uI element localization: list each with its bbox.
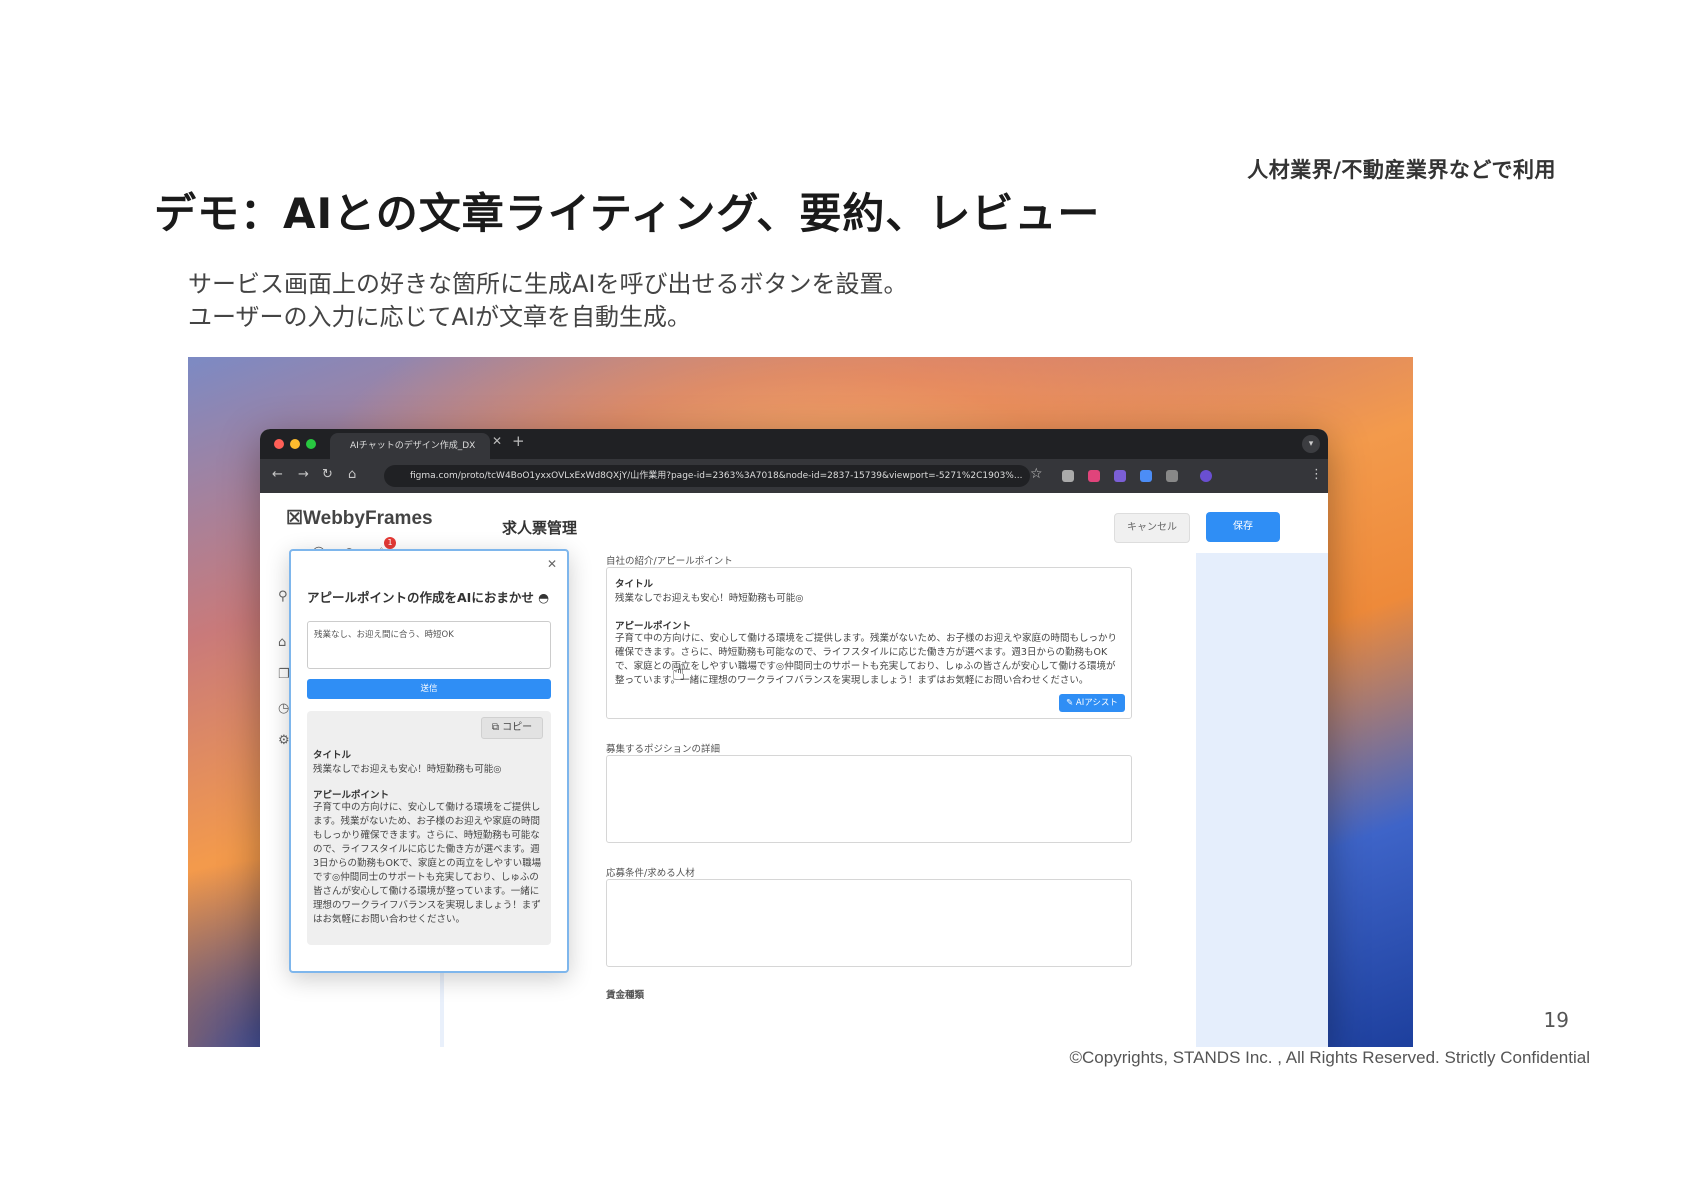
result-title-text: 残業なしでお迎えも安心！時短勤務も可能◎: [313, 764, 502, 775]
section-label-appeal: 自社の紹介/アピールポイント: [606, 556, 733, 567]
copy-label: コピー: [502, 722, 533, 733]
popup-title: アピールポイントの作成をAIにおまかせ ◓: [307, 587, 549, 606]
app-content: ☒WebbyFrames ◯ ◎ ♢ 1 ⚲ ⌂ ❐ ◷ ⚙ 求人票管理 キャン…: [260, 493, 1328, 1047]
cancel-button[interactable]: キャンセル: [1114, 513, 1190, 543]
sidebar-settings-icon[interactable]: ⚙: [278, 733, 290, 748]
tab-close-icon[interactable]: ✕: [492, 434, 502, 448]
new-tab-icon[interactable]: +: [512, 432, 525, 450]
sidebar-home-icon[interactable]: ⌂: [278, 635, 286, 650]
popup-title-text: アピールポイントの作成をAIにおまかせ: [307, 590, 534, 605]
url-field[interactable]: figma.com/proto/tcW4BoO1yxxOVLxExWd8QXjY…: [384, 465, 1030, 487]
back-icon[interactable]: ←: [272, 467, 283, 482]
result-title-label: タイトル: [313, 750, 352, 761]
description-line-1: サービス画面上の好きな箇所に生成AIを呼び出せるボタンを設置。: [188, 270, 908, 298]
ai-popup: ✕ アピールポイントの作成をAIにおまかせ ◓ 残業なし、お迎え間に合う、時短O…: [289, 549, 569, 973]
appeal-textarea[interactable]: タイトル 残業なしでお迎えも安心！時短勤務も可能◎ アピールポイント 子育て中の…: [606, 567, 1132, 719]
robot-icon: ◓: [533, 590, 550, 605]
slide-description: サービス画面上の好きな箇所に生成AIを呼び出せるボタンを設置。 ユーザーの入力に…: [188, 268, 908, 334]
slide-title: デモ：AIとの文章ライティング、要約、レビュー: [154, 189, 1101, 238]
page-heading: 求人票管理: [502, 519, 578, 537]
popup-prompt-input[interactable]: 残業なし、お迎え間に合う、時短OK: [307, 621, 551, 669]
result-appeal-label: アピールポイント: [313, 790, 390, 801]
demo-screenshot: AIチャットのデザイン作成_DX ✕ + ▾ ← → ↻ ⌂ figma.com…: [188, 357, 1413, 1047]
browser-window: AIチャットのデザイン作成_DX ✕ + ▾ ← → ↻ ⌂ figma.com…: [260, 429, 1328, 1047]
sidebar-documents-icon[interactable]: ❐: [278, 667, 290, 682]
section-label-wage: 賃金種類: [606, 990, 645, 1001]
browser-tabbar: AIチャットのデザイン作成_DX ✕ + ▾: [260, 429, 1328, 459]
logo-text: WebbyFrames: [303, 508, 433, 529]
tab-title: AIチャットのデザイン作成_DX: [350, 441, 476, 451]
close-window-dot[interactable]: [274, 439, 284, 449]
extension-icon[interactable]: [1114, 470, 1126, 482]
appeal-body-label: アピールポイント: [615, 621, 692, 632]
requirements-textarea[interactable]: [606, 879, 1132, 967]
ai-assist-label: AIアシスト: [1075, 698, 1118, 708]
reload-icon[interactable]: ↻: [322, 467, 333, 482]
profile-avatar-icon[interactable]: [1200, 470, 1212, 482]
url-text: figma.com/proto/tcW4BoO1yxxOVLxExWd8QXjY…: [410, 471, 1023, 481]
minimize-window-dot[interactable]: [290, 439, 300, 449]
browser-addressbar: ← → ↻ ⌂ figma.com/proto/tcW4BoO1yxxOVLxE…: [260, 459, 1328, 493]
browser-tab[interactable]: AIチャットのデザイン作成_DX: [330, 433, 490, 459]
popup-send-button[interactable]: 送信: [307, 679, 551, 699]
hand-cursor-icon: ☝: [672, 661, 686, 686]
extensions-puzzle-icon[interactable]: [1166, 470, 1178, 482]
extension-icon[interactable]: [1088, 470, 1100, 482]
appeal-title-label: タイトル: [615, 579, 654, 590]
extension-icon[interactable]: [1062, 470, 1074, 482]
right-panel: [1196, 553, 1328, 1047]
section-label-position: 募集するポジションの詳細: [606, 744, 721, 755]
page-number: 19: [1543, 1008, 1569, 1032]
copy-button[interactable]: ⧉ コピー: [481, 717, 543, 739]
copy-icon: ⧉: [491, 722, 503, 733]
ai-sparkle-icon: ✎: [1066, 698, 1076, 708]
extension-icon[interactable]: [1140, 470, 1152, 482]
bookmark-star-icon[interactable]: ☆: [1030, 466, 1043, 482]
maximize-window-dot[interactable]: [306, 439, 316, 449]
forward-icon[interactable]: →: [298, 467, 309, 482]
save-button[interactable]: 保存: [1206, 512, 1280, 542]
ai-assist-button[interactable]: ✎ AIアシスト: [1059, 694, 1125, 712]
appeal-title-text: 残業なしでお迎えも安心！時短勤務も可能◎: [615, 593, 804, 604]
copyright: ©Copyrights, STANDS Inc. , All Rights Re…: [1069, 1048, 1590, 1067]
home-icon[interactable]: ⌂: [348, 467, 356, 482]
logo-mark-icon: ☒: [286, 508, 304, 529]
popup-result: ⧉ コピー タイトル 残業なしでお迎えも安心！時短勤務も可能◎ アピールポイント…: [307, 711, 551, 945]
section-label-requirements: 応募条件/求める人材: [606, 868, 695, 879]
slide-tag: 人材業界/不動産業界などで利用: [1247, 158, 1556, 182]
popup-close-icon[interactable]: ✕: [547, 557, 557, 571]
result-appeal-text: 子育て中の方向けに、安心して働ける環境をご提供します。残業がないため、お子様のお…: [313, 802, 542, 925]
appeal-body-text: 子育て中の方向けに、安心して働ける環境をご提供します。残業がないため、お子様のお…: [615, 633, 1117, 686]
sidebar-search-icon[interactable]: ⚲: [278, 589, 288, 604]
notification-badge: 1: [384, 537, 396, 549]
tab-list-chevron-icon[interactable]: ▾: [1302, 435, 1320, 453]
browser-menu-icon[interactable]: ⋮: [1310, 467, 1323, 482]
position-textarea[interactable]: [606, 755, 1132, 843]
sidebar-history-icon[interactable]: ◷: [278, 701, 289, 716]
app-logo[interactable]: ☒WebbyFrames: [286, 507, 433, 530]
description-line-2: ユーザーの入力に応じてAIが文章を自動生成。: [188, 303, 692, 331]
